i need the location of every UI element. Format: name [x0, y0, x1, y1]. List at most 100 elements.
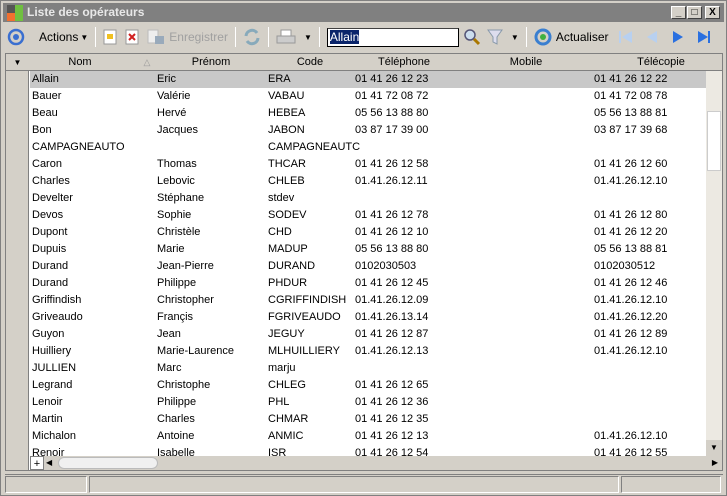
column-header-prenom[interactable]: Prénom [156, 54, 266, 71]
table-row[interactable]: Allain Eric ERA 01 41 26 12 23 01 41 26 12 2… [30, 71, 706, 88]
window-title: Liste des opérateurs [27, 5, 145, 19]
cell-telecopie: 01 41 26 12 60 [594, 158, 668, 170]
actions-menu[interactable]: Actions ▼ [35, 26, 92, 48]
print-button[interactable]: ▼ [272, 26, 316, 48]
previous-icon [646, 31, 657, 43]
table-row[interactable]: Charles Lebovic CHLEB 01.41.26.12.11 01.41.2… [30, 173, 706, 190]
scroll-down-button[interactable]: ▼ [706, 440, 722, 456]
add-row-button[interactable]: + [30, 456, 44, 470]
cell-code: marju [268, 362, 296, 374]
cell-telecopie: 01.41.26.12.10 [594, 294, 668, 306]
column-header-telephone[interactable]: Téléphone [354, 54, 454, 71]
save-icon [147, 29, 165, 44]
cell-nom: Guyon [32, 328, 65, 340]
table-row[interactable]: Durand Jean-Pierre DURAND 0102030503 0102030… [30, 258, 706, 275]
options-button[interactable] [3, 26, 29, 48]
filter-button[interactable]: ▼ [483, 26, 523, 48]
cell-telephone: 0102030503 [355, 260, 417, 272]
cell-nom: Devos [32, 209, 64, 221]
table-row[interactable]: Devos Sophie SODEV 01 41 26 12 78 01 41 26 1… [30, 207, 706, 224]
cell-telecopie: 0102030512 [594, 260, 656, 272]
column-chooser-button[interactable]: ▼ [6, 54, 29, 71]
maximize-button[interactable]: □ [687, 6, 702, 19]
cell-nom: Michalon [32, 430, 77, 442]
vertical-scroll-thumb[interactable] [707, 111, 721, 171]
table-row[interactable]: Huilliery Marie-Laurence MLHUILLIERY 01.41.… [30, 343, 706, 360]
cell-code: PHL [268, 396, 290, 408]
search-button[interactable] [461, 26, 483, 48]
cell-nom: Caron [32, 158, 62, 170]
new-button[interactable] [99, 26, 121, 48]
scroll-right-button[interactable]: ▶ [708, 456, 722, 470]
table-row[interactable]: Dupuis Marie MADUP 05 56 13 88 80 05 56 13 8… [30, 241, 706, 258]
last-record-button[interactable] [691, 26, 717, 48]
cell-nom: Develter [32, 192, 73, 204]
cell-code: CGRIFFINDISH [268, 294, 347, 306]
cell-prenom: Marie-Laurence [157, 345, 235, 357]
cell-telephone: 01 41 26 12 13 [355, 430, 429, 442]
table-row[interactable]: Griffindish Christopher CGRIFFINDISH 01.41.… [30, 292, 706, 309]
vertical-scrollbar[interactable]: ▼ [706, 71, 722, 456]
cell-prenom: Stéphane [157, 192, 205, 204]
cell-telecopie: 01 41 26 12 80 [594, 209, 668, 221]
status-panel [621, 476, 721, 493]
minimize-button[interactable]: _ [671, 6, 686, 19]
cell-prenom: Christopher [157, 294, 214, 306]
search-input[interactable]: Allain [326, 27, 459, 47]
refresh-label: Actualiser [555, 30, 609, 44]
cell-code: THCAR [268, 158, 306, 170]
grid-header: ▼ Nom △ Prénom Code Téléphone Mobile Tél… [6, 54, 722, 71]
table-row[interactable]: Lenoir Philippe PHL 01 41 26 12 36 [30, 394, 706, 411]
previous-record-button[interactable] [639, 26, 665, 48]
cell-telecopie: 01.41.26.12.10 [594, 345, 668, 357]
close-button[interactable]: X [705, 6, 720, 19]
table-row[interactable]: Bauer Valérie VABAU 01 41 72 08 72 01 41 72 … [30, 88, 706, 105]
cell-telephone: 05 56 13 88 80 [355, 243, 429, 255]
horizontal-scrollbar[interactable]: + ◀ ▶ [30, 456, 722, 470]
delete-button[interactable] [121, 26, 143, 48]
table-row[interactable]: Griveaudo Françis FGRIVEAUDO 01.41.26.13.14… [30, 309, 706, 326]
cell-code: DURAND [268, 260, 316, 272]
table-row[interactable]: Beau Hervé HEBEA 05 56 13 88 80 05 56 13 88 … [30, 105, 706, 122]
column-header-code[interactable]: Code [266, 54, 354, 71]
column-header-nom[interactable]: Nom [30, 54, 130, 71]
next-icon [672, 31, 683, 43]
cell-telephone: 01 41 26 12 23 [355, 73, 429, 85]
status-bar [5, 474, 723, 493]
cell-prenom: Antoine [157, 430, 195, 442]
cell-telecopie: 01 41 72 08 78 [594, 90, 668, 102]
sync-button[interactable] [239, 26, 265, 48]
cell-prenom: Charles [157, 413, 195, 425]
table-row[interactable]: Dupont Christèle CHD 01 41 26 12 10 01 41 26… [30, 224, 706, 241]
cell-telephone: 01 41 26 12 35 [355, 413, 429, 425]
cell-code: CHD [268, 226, 292, 238]
table-row[interactable]: Develter Stéphane stdev [30, 190, 706, 207]
next-record-button[interactable] [665, 26, 691, 48]
table-row[interactable]: Legrand Christophe CHLEG 01 41 26 12 65 [30, 377, 706, 394]
divider [267, 27, 269, 47]
cell-telecopie: 05 56 13 88 81 [594, 243, 668, 255]
cell-prenom: Sophie [157, 209, 192, 221]
column-header-telecopie[interactable]: Télécopie [606, 54, 716, 71]
table-row[interactable]: Martin Charles CHMAR 01 41 26 12 35 [30, 411, 706, 428]
table-row[interactable]: Caron Thomas THCAR 01 41 26 12 58 01 41 26 1… [30, 156, 706, 173]
table-row[interactable]: Michalon Antoine ANMIC 01 41 26 12 13 01.41.… [30, 428, 706, 445]
cell-code: MADUP [268, 243, 308, 255]
table-row[interactable]: JULLIEN Marc marju [30, 360, 706, 377]
save-button[interactable]: Enregistrer [143, 26, 232, 48]
table-row[interactable]: Durand Philippe PHDUR 01 41 26 12 45 01 41 2… [30, 275, 706, 292]
column-header-mobile[interactable]: Mobile [476, 54, 576, 71]
refresh-button[interactable]: Actualiser [530, 26, 613, 48]
cell-telephone: 01 41 26 12 45 [355, 277, 429, 289]
horizontal-scroll-thumb[interactable] [58, 457, 158, 469]
scroll-left-button[interactable]: ◀ [46, 456, 52, 470]
cell-prenom: Marie [157, 243, 185, 255]
table-row[interactable]: Guyon Jean JEGUY 01 41 26 12 87 01 41 26 12 … [30, 326, 706, 343]
save-label: Enregistrer [169, 30, 228, 44]
actions-label: Actions [39, 30, 79, 44]
first-record-button[interactable] [613, 26, 639, 48]
refresh-icon [534, 28, 552, 46]
table-row[interactable]: Bon Jacques JABON 03 87 17 39 00 03 87 17 39… [30, 122, 706, 139]
table-row[interactable]: CAMPAGNEAUTO CAMPAGNEAUTC [30, 139, 706, 156]
cell-prenom: Philippe [157, 396, 197, 408]
